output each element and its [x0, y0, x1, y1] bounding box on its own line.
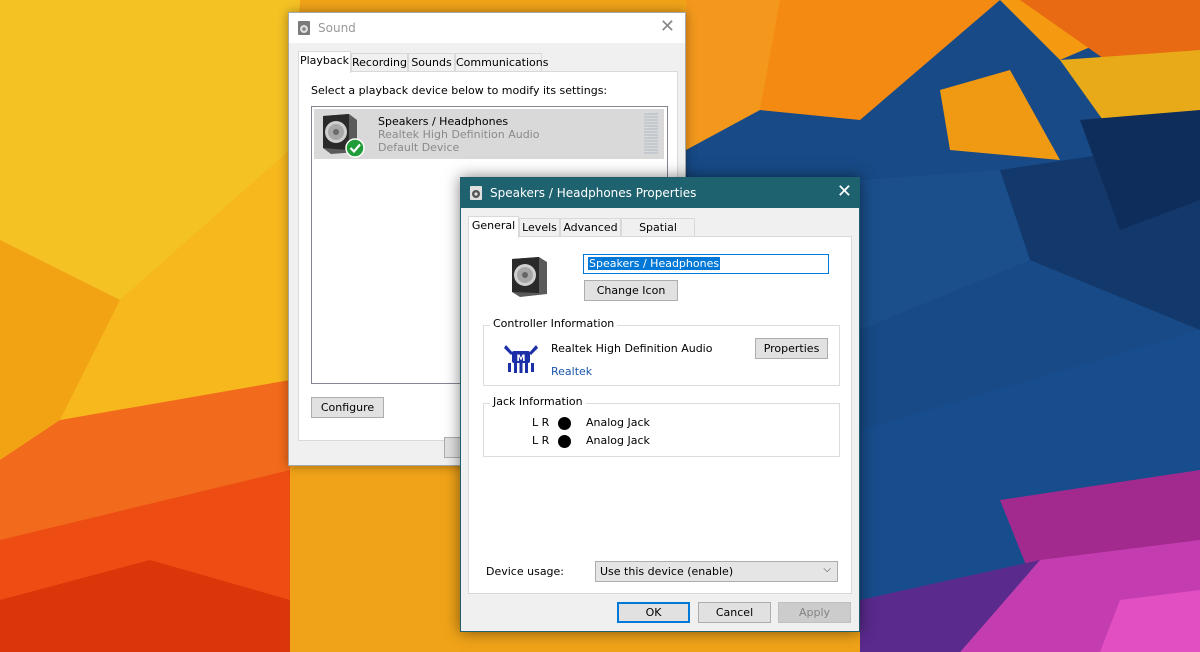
device-name-input[interactable]: Speakers / Headphones	[583, 254, 829, 274]
sound-tab-strip: Playback Recording Sounds Communications	[298, 51, 678, 73]
device-status: Default Device	[378, 141, 460, 154]
general-panel: Speakers / Headphones Change Icon Contro…	[468, 236, 852, 594]
device-usage-select[interactable]: Use this device (enable) ⌵	[595, 561, 838, 582]
tab-recording[interactable]: Recording	[351, 53, 408, 72]
configure-button[interactable]: Configure	[311, 397, 384, 418]
device-usage-value: Use this device (enable)	[600, 565, 734, 578]
properties-window-title: Speakers / Headphones Properties	[490, 186, 697, 200]
jack-color-dot	[558, 417, 571, 430]
sound-close-icon[interactable]: ✕	[660, 18, 675, 36]
volume-meter	[644, 113, 658, 155]
device-usage-label: Device usage:	[486, 565, 565, 578]
jack-label: Analog Jack	[586, 416, 650, 429]
ok-button[interactable]: OK	[617, 602, 690, 623]
tab-sounds[interactable]: Sounds	[408, 53, 455, 72]
tab-playback[interactable]: Playback	[298, 51, 351, 73]
jack-label: Analog Jack	[586, 434, 650, 447]
playback-device-item[interactable]: Speakers / Headphones Realtek High Defin…	[314, 109, 664, 159]
properties-close-icon[interactable]: ✕	[837, 183, 852, 201]
tab-communications[interactable]: Communications	[455, 53, 548, 72]
jack-group-label: Jack Information	[490, 395, 586, 408]
cancel-button[interactable]: Cancel	[698, 602, 771, 623]
tab-general[interactable]: General	[468, 216, 519, 238]
sound-window-title: Sound	[318, 21, 356, 35]
properties-tab-strip: General Levels Advanced Spatial sound	[468, 216, 852, 252]
svg-text:M: M	[517, 354, 526, 364]
speaker-app-icon	[298, 21, 310, 35]
controller-information-group: Controller Information M Realtek High De…	[483, 317, 840, 386]
properties-window: Speakers / Headphones Properties ✕ Gener…	[460, 177, 860, 632]
sound-titlebar[interactable]: Sound ✕	[289, 13, 685, 43]
tab-advanced[interactable]: Advanced	[560, 218, 621, 237]
change-icon-button[interactable]: Change Icon	[584, 280, 678, 301]
controller-group-label: Controller Information	[490, 317, 618, 330]
realtek-link[interactable]: Realtek	[551, 365, 592, 378]
realtek-crab-icon: M	[504, 345, 538, 373]
playback-instructions: Select a playback device below to modify…	[311, 84, 608, 97]
device-name-input-value: Speakers / Headphones	[588, 257, 721, 270]
jack-channels: L R	[532, 434, 550, 447]
speaker-device-icon	[323, 114, 365, 158]
jack-color-dot	[558, 435, 571, 448]
tab-spatial-sound[interactable]: Spatial sound	[621, 218, 695, 252]
controller-name: Realtek High Definition Audio	[551, 342, 713, 355]
jack-channels: L R	[532, 416, 550, 429]
speaker-app-icon	[470, 186, 482, 200]
speaker-device-icon	[512, 257, 547, 297]
jack-information-group: Jack Information L R Analog Jack L R Ana…	[483, 395, 840, 457]
controller-properties-button[interactable]: Properties	[755, 338, 828, 359]
tab-levels[interactable]: Levels	[519, 218, 560, 237]
apply-button[interactable]: Apply	[778, 602, 851, 623]
properties-titlebar[interactable]: Speakers / Headphones Properties ✕	[461, 178, 859, 208]
device-driver: Realtek High Definition Audio	[378, 128, 540, 141]
chevron-down-icon: ⌵	[823, 564, 831, 575]
device-name: Speakers / Headphones	[378, 115, 509, 128]
